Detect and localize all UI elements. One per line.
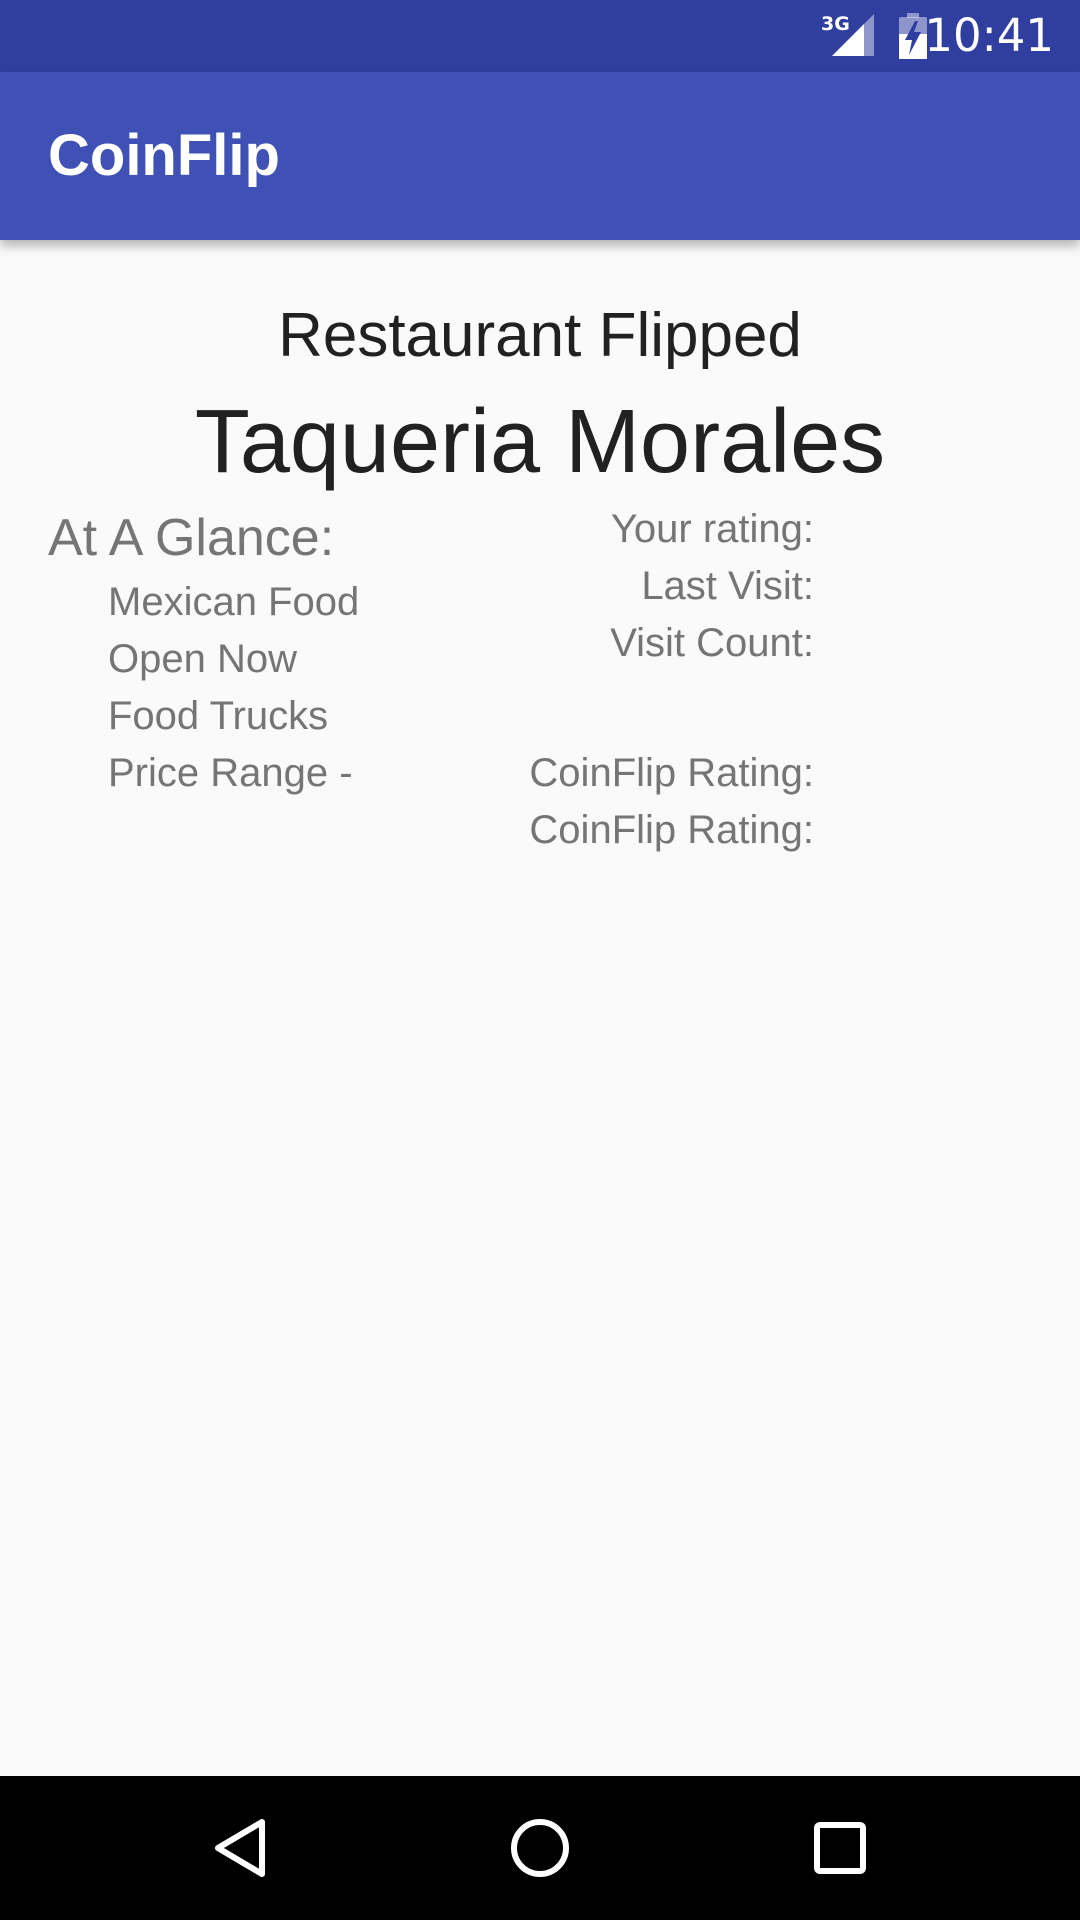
result-heading: Restaurant Flipped <box>278 301 802 370</box>
coinflip-rating-label: CoinFlip Rating: <box>529 751 814 795</box>
visit-count-label: Visit Count: <box>610 621 814 665</box>
app-title: CoinFlip <box>48 123 280 188</box>
home-icon[interactable] <box>504 1812 576 1884</box>
app-bar: CoinFlip <box>0 72 1080 240</box>
network-type-label: 3G <box>821 13 850 35</box>
at-a-glance-title: At A Glance: <box>48 509 335 567</box>
restaurant-name: Taqueria Morales <box>194 392 886 492</box>
status-bar: 3G 10:41 <box>0 0 1080 72</box>
signal-icon: 3G <box>821 13 874 56</box>
last-visit-label: Last Visit: <box>641 564 814 608</box>
recents-icon[interactable] <box>804 1812 876 1884</box>
glance-item-category: Food Trucks <box>108 694 329 738</box>
back-icon[interactable] <box>204 1812 276 1884</box>
glance-item-price-range: Price Range - <box>108 751 353 795</box>
coinflip-rating-label: CoinFlip Rating: <box>529 808 814 852</box>
glance-item-cuisine: Mexican Food <box>108 580 360 624</box>
status-time: 10:41 <box>924 9 1054 62</box>
main-content: Restaurant Flipped Taqueria Morales At A… <box>0 240 1080 1776</box>
glance-item-open-status: Open Now <box>108 637 297 681</box>
your-rating-label: Your rating: <box>610 507 814 551</box>
navigation-bar <box>0 1776 1080 1920</box>
